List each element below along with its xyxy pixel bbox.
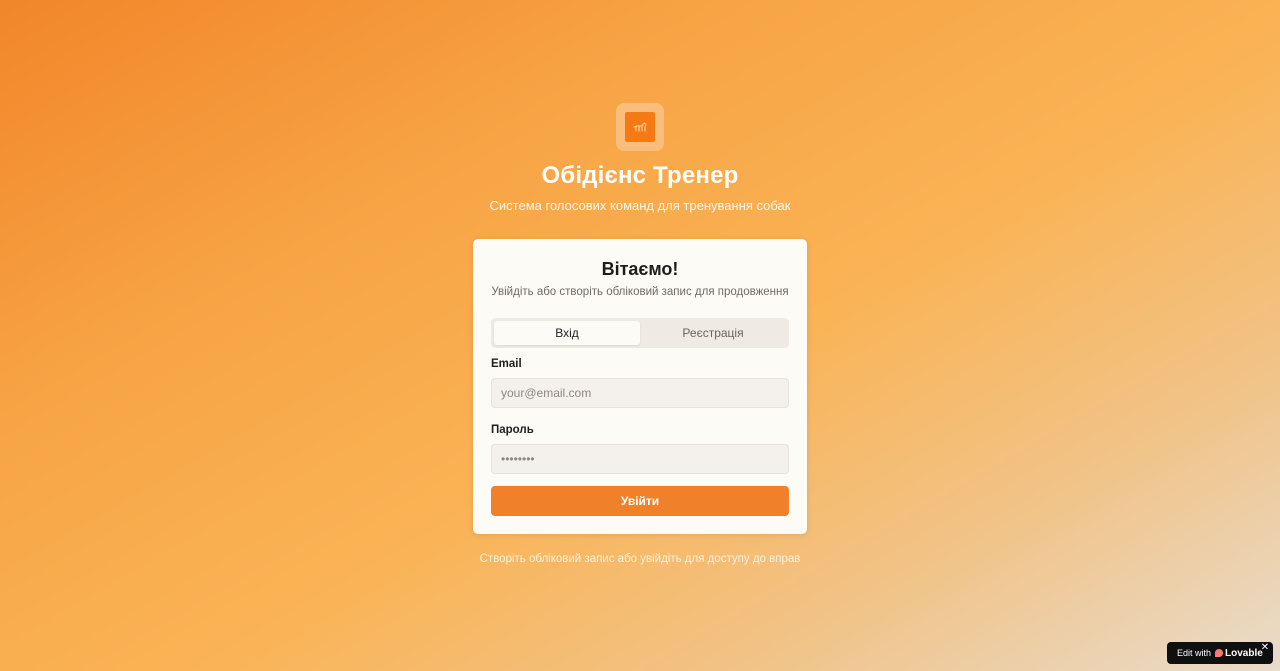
tab-register[interactable]: Реєстрація <box>640 321 786 345</box>
password-label: Пароль <box>491 424 534 436</box>
auth-tabs: Вхід Реєстрація <box>491 318 789 348</box>
edit-with-lovable-badge[interactable]: Edit with Lovable <box>1167 642 1273 664</box>
close-icon[interactable]: ✕ <box>1260 643 1270 653</box>
badge-brand: Lovable <box>1225 647 1263 659</box>
password-field[interactable] <box>491 444 789 474</box>
email-field[interactable] <box>491 378 789 408</box>
auth-card: Вітаємо! Увійдіть або створіть обліковий… <box>473 239 807 534</box>
tab-login[interactable]: Вхід <box>494 321 640 345</box>
login-button[interactable]: Увійти <box>491 486 789 516</box>
login-page: Обідієнс Тренер Система голосових команд… <box>0 0 1280 671</box>
card-description: Увійдіть або створіть обліковий запис дл… <box>491 286 789 298</box>
dog-icon <box>625 112 655 142</box>
app-title: Обідієнс Тренер <box>541 162 739 189</box>
footer-note: Створіть обліковий запис або увійдіть дл… <box>479 553 801 565</box>
lovable-heart-icon <box>1215 649 1224 657</box>
app-logo <box>616 103 664 151</box>
card-title: Вітаємо! <box>601 259 679 279</box>
app-subtitle: Система голосових команд для тренування … <box>489 198 791 213</box>
badge-prefix: Edit with <box>1177 648 1212 658</box>
email-label: Email <box>491 358 522 370</box>
